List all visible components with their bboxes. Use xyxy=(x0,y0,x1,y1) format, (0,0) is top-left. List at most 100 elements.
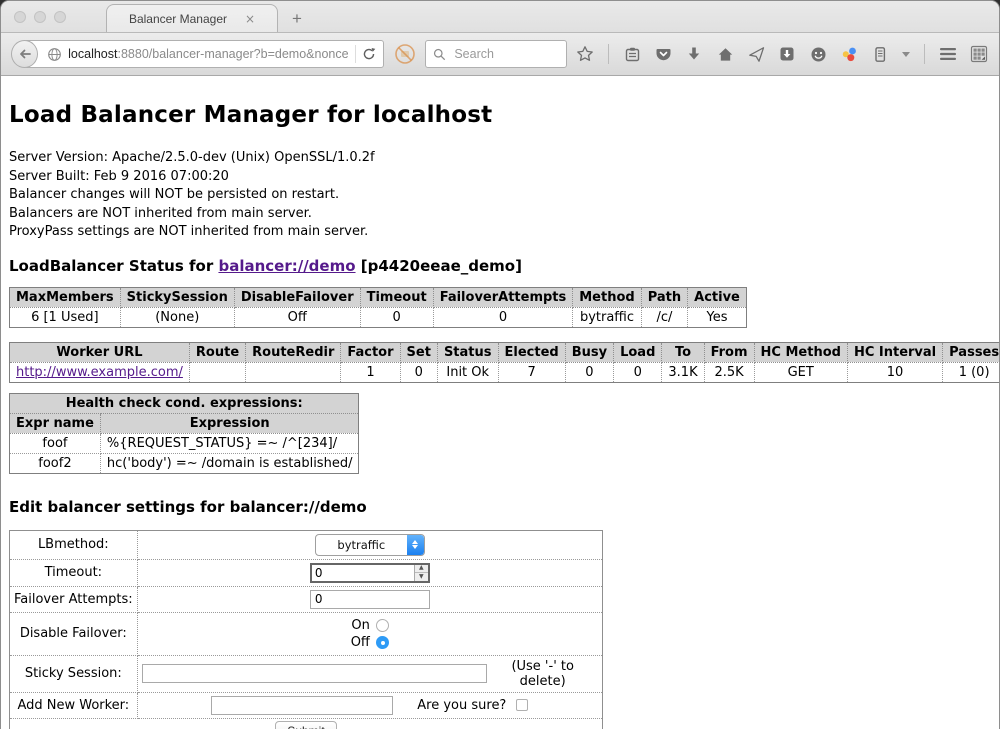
table-row: 6 [1 Used] (None) Off 0 0 bytraffic /c/ … xyxy=(10,307,747,327)
table-header-row: Worker URL Route RouteRedir Factor Set S… xyxy=(10,342,1000,362)
add-worker-input[interactable] xyxy=(211,696,393,715)
form-row-timeout: Timeout: ▲▼ xyxy=(10,559,603,586)
table-row: foof %{REQUEST_STATUS} =~ /^[234]/ xyxy=(10,433,359,453)
col-worker-url: Worker URL xyxy=(10,342,190,362)
col-path: Path xyxy=(641,287,687,307)
cell-timeout: 0 xyxy=(360,307,433,327)
col-routeredir: RouteRedir xyxy=(246,342,341,362)
health-check-table: Health check cond. expressions: Expr nam… xyxy=(9,393,359,474)
select-stepper-icon xyxy=(407,535,424,555)
worker-table: Worker URL Route RouteRedir Factor Set S… xyxy=(9,342,1000,383)
col-set: Set xyxy=(400,342,437,362)
sticky-session-input[interactable] xyxy=(142,664,488,683)
home-icon[interactable] xyxy=(715,43,735,65)
close-window-button[interactable] xyxy=(14,11,26,23)
failover-attempts-label: Failover Attempts: xyxy=(10,586,138,612)
cell-expression: %{REQUEST_STATUS} =~ /^[234]/ xyxy=(100,433,359,453)
are-you-sure-checkbox[interactable] xyxy=(516,699,528,711)
lbmethod-select[interactable]: bytraffic xyxy=(315,534,425,556)
search-input[interactable] xyxy=(452,46,559,62)
new-tab-button[interactable]: + xyxy=(292,9,302,29)
cell-busy: 0 xyxy=(565,362,613,382)
overflow-caret-icon[interactable] xyxy=(901,43,911,65)
colors-extension-icon[interactable] xyxy=(839,43,859,65)
chat-smiley-icon[interactable] xyxy=(808,43,828,65)
loadbalancer-status-heading: LoadBalancer Status for balancer://demo … xyxy=(9,257,991,275)
radio-on-label: On xyxy=(351,617,369,634)
timeout-input-wrap: ▲▼ xyxy=(310,563,430,583)
cell-stickysession: (None) xyxy=(120,307,234,327)
url-path: :8880/balancer-manager?b=demo&nonce=decc… xyxy=(117,47,349,61)
radio-on[interactable] xyxy=(376,619,389,632)
failover-attempts-input[interactable] xyxy=(310,590,430,609)
cell-route xyxy=(189,362,245,382)
col-hc-interval: HC Interval xyxy=(847,342,942,362)
page-content: Load Balancer Manager for localhost Serv… xyxy=(1,76,999,729)
cell-maxmembers: 6 [1 Used] xyxy=(10,307,121,327)
lbmethod-selected-value: bytraffic xyxy=(316,535,407,555)
reload-button[interactable] xyxy=(362,47,376,61)
col-passes: Passes xyxy=(943,342,1000,362)
lbmethod-label: LBmethod: xyxy=(10,530,138,559)
cell-expression: hc('body') =~ /domain is established/ xyxy=(100,453,359,473)
sticky-session-note: (Use '-' to delete) xyxy=(487,659,598,689)
cell-status: Init Ok xyxy=(437,362,498,382)
radio-off-label: Off xyxy=(351,634,370,651)
add-worker-label: Add New Worker: xyxy=(10,692,138,718)
edit-settings-heading: Edit balancer settings for balancer://de… xyxy=(9,498,991,516)
tab-close-icon[interactable]: × xyxy=(245,12,255,26)
search-bar[interactable] xyxy=(425,40,567,68)
col-stickysession: StickySession xyxy=(120,287,234,307)
radio-off[interactable] xyxy=(376,636,389,649)
col-route: Route xyxy=(189,342,245,362)
number-spinner-icon[interactable]: ▲▼ xyxy=(414,565,428,581)
col-active: Active xyxy=(688,287,747,307)
timeout-input[interactable] xyxy=(312,565,414,581)
form-row-add-worker: Add New Worker: Are you sure? xyxy=(10,692,603,718)
cell-active: Yes xyxy=(688,307,747,327)
back-button[interactable] xyxy=(11,40,38,68)
tab-balancer-manager[interactable]: Balancer Manager × xyxy=(106,4,278,32)
url-domain: localhost xyxy=(68,47,117,61)
menu-hamburger-icon[interactable] xyxy=(938,43,958,65)
notes-panel-icon[interactable] xyxy=(870,43,890,65)
col-load: Load xyxy=(614,342,662,362)
col-factor: Factor xyxy=(341,342,400,362)
plugin-blocked-icon[interactable] xyxy=(393,42,416,66)
tab-title: Balancer Manager xyxy=(129,12,227,26)
url-bar[interactable]: localhost:8880/balancer-manager?b=demo&n… xyxy=(24,40,384,68)
col-hc-method: HC Method xyxy=(754,342,847,362)
col-expression: Expression xyxy=(100,413,359,433)
url-text: localhost:8880/balancer-manager?b=demo&n… xyxy=(68,47,349,61)
balancers-notice-line: Balancers are NOT inherited from main se… xyxy=(9,205,991,224)
worker-url-link[interactable]: http://www.example.com/ xyxy=(16,365,183,380)
table-header-row: MaxMembers StickySession DisableFailover… xyxy=(10,287,747,307)
downloads-icon[interactable] xyxy=(684,43,704,65)
table-row: foof2 hc('body') =~ /domain is establish… xyxy=(10,453,359,473)
cell-disablefailover: Off xyxy=(234,307,360,327)
zoom-window-button[interactable] xyxy=(54,11,66,23)
send-icon[interactable] xyxy=(746,43,766,65)
col-to: To xyxy=(662,342,704,362)
minimize-window-button[interactable] xyxy=(34,11,46,23)
page-title: Load Balancer Manager for localhost xyxy=(9,102,991,128)
reading-list-icon[interactable] xyxy=(622,43,642,65)
search-icon xyxy=(433,48,446,61)
table-row: http://www.example.com/ 1 0 Init Ok 7 0 … xyxy=(10,362,1000,382)
save-page-icon[interactable] xyxy=(777,43,797,65)
col-maxmembers: MaxMembers xyxy=(10,287,121,307)
table-title-row: Health check cond. expressions: xyxy=(10,393,359,413)
are-you-sure-label: Are you sure? xyxy=(417,698,506,713)
balancer-demo-link[interactable]: balancer://demo xyxy=(218,257,355,275)
col-method: Method xyxy=(573,287,641,307)
pocket-icon[interactable] xyxy=(653,43,673,65)
server-built-line: Server Built: Feb 9 2016 07:00:20 xyxy=(9,168,991,187)
col-from: From xyxy=(704,342,754,362)
tile-grid-icon[interactable] xyxy=(969,43,989,65)
cell-expr-name: foof2 xyxy=(10,453,101,473)
bookmark-star-icon[interactable] xyxy=(575,43,595,65)
cell-expr-name: foof xyxy=(10,433,101,453)
back-arrow-icon xyxy=(18,48,32,60)
form-row-disable-failover: Disable Failover: On Off xyxy=(10,612,603,655)
cell-elected: 7 xyxy=(498,362,565,382)
